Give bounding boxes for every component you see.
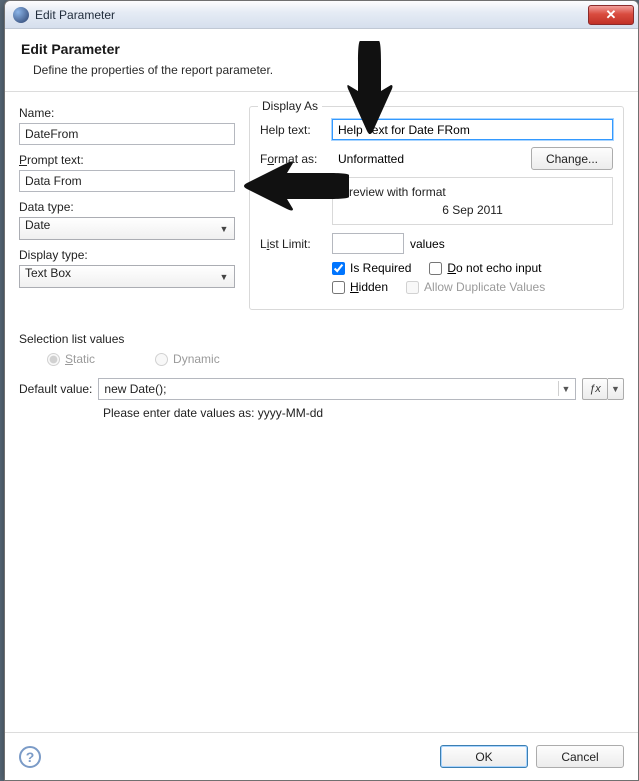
help-text-label: Help text: <box>260 123 332 137</box>
preview-label: Preview with format <box>341 185 604 199</box>
hidden-checkbox[interactable]: Hidden <box>332 280 388 294</box>
format-as-label: Format as: <box>260 152 332 166</box>
no-echo-checkbox[interactable]: Do not echo input <box>429 261 541 275</box>
close-icon[interactable]: ✕ <box>588 5 634 25</box>
default-value-label: Default value: <box>19 382 92 396</box>
static-radio: Static <box>47 352 95 366</box>
dialog-footer: ? OK Cancel <box>5 732 638 780</box>
help-text-field[interactable] <box>332 119 613 140</box>
prompt-field[interactable] <box>19 170 235 192</box>
window-title: Edit Parameter <box>35 8 588 22</box>
change-button[interactable]: Change... <box>531 147 613 170</box>
name-field[interactable] <box>19 123 235 145</box>
list-limit-field[interactable] <box>332 233 404 254</box>
page-subtitle: Define the properties of the report para… <box>33 63 622 77</box>
dialog-header: Edit Parameter Define the properties of … <box>5 29 638 92</box>
help-icon[interactable]: ? <box>19 746 41 768</box>
group-legend: Display As <box>258 99 322 113</box>
format-as-value: Unformatted <box>332 152 531 166</box>
prompt-label: Prompt text: <box>19 153 235 167</box>
selection-list-label: Selection list values <box>19 332 624 346</box>
default-value-field[interactable] <box>98 378 576 400</box>
ok-button[interactable]: OK <box>440 745 528 768</box>
datatype-label: Data type: <box>19 200 235 214</box>
dialog-window: Edit Parameter ✕ Edit Parameter Define t… <box>4 0 639 781</box>
dynamic-radio: Dynamic <box>155 352 220 366</box>
preview-value: 6 Sep 2011 <box>341 203 604 217</box>
fx-button[interactable]: ƒx <box>582 378 608 400</box>
is-required-checkbox[interactable]: Is Required <box>332 261 411 275</box>
datatype-select[interactable]: Date <box>19 217 235 240</box>
page-title: Edit Parameter <box>21 41 622 57</box>
app-icon <box>13 7 29 23</box>
allow-duplicate-checkbox: Allow Duplicate Values <box>406 280 545 294</box>
displaytype-select[interactable]: Text Box <box>19 265 235 288</box>
titlebar[interactable]: Edit Parameter ✕ <box>5 1 638 29</box>
fx-dropdown-icon[interactable]: ▼ <box>608 378 624 400</box>
list-limit-suffix: values <box>410 237 445 251</box>
cancel-button[interactable]: Cancel <box>536 745 624 768</box>
preview-box: Preview with format 6 Sep 2011 <box>332 177 613 225</box>
name-label: Name: <box>19 106 235 120</box>
list-limit-label: List Limit: <box>260 237 332 251</box>
displaytype-label: Display type: <box>19 248 235 262</box>
default-value-hint: Please enter date values as: yyyy-MM-dd <box>5 400 638 420</box>
chevron-down-icon[interactable]: ▼ <box>558 381 573 396</box>
right-column: Display As Help text: Format as: Unforma… <box>249 106 624 320</box>
selection-list-section: Selection list values Static Dynamic <box>5 326 638 370</box>
left-column: Name: Prompt text: Data type: Date ▼ Dis… <box>19 106 235 320</box>
display-as-group: Display As Help text: Format as: Unforma… <box>249 106 624 310</box>
